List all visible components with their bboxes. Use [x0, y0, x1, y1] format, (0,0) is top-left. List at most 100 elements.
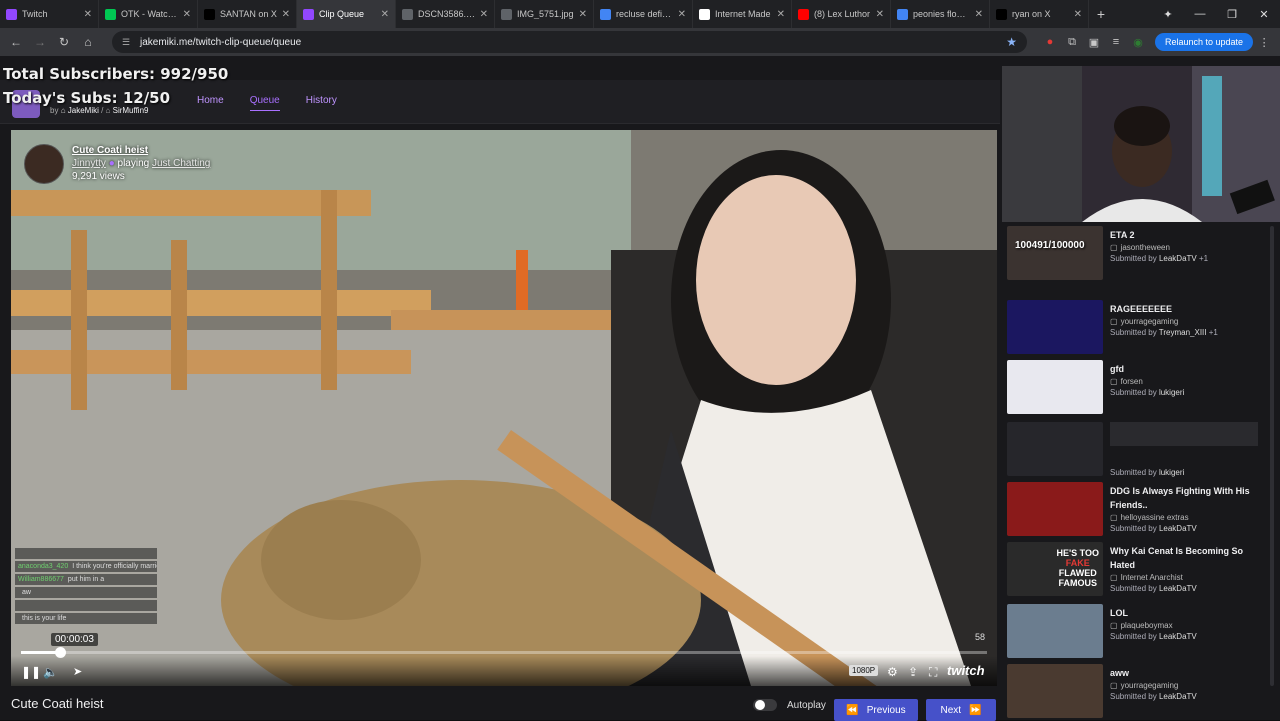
queue-item[interactable]: ETA 2 ▢ jasontheween Submitted by LeakDaTV …	[1007, 226, 1267, 282]
browser-tab[interactable]: ryan on X ✕	[990, 0, 1089, 28]
webcam-feed	[1002, 66, 1280, 222]
queue-thumbnail[interactable]	[1007, 664, 1103, 718]
settings-gear-icon[interactable]: ⚙	[887, 665, 898, 679]
queue-submitter: lukigeri	[1158, 468, 1185, 477]
browser-tab[interactable]: Clip Queue ✕	[297, 0, 396, 28]
queue-thumbnail[interactable]	[1007, 360, 1103, 414]
browser-tab[interactable]: OTK - Watch on Twitch ✕	[99, 0, 198, 28]
reload-button[interactable]: ↻	[52, 35, 76, 49]
back-button[interactable]: ←	[4, 35, 28, 49]
queue-item[interactable]: DDG Is Always Fighting With His Friends.…	[1007, 482, 1267, 538]
chat-username: anaconda3_420	[18, 563, 69, 570]
fps-readout: 58	[974, 632, 985, 642]
channel-link[interactable]: Jinnytty	[72, 158, 106, 169]
queue-item[interactable]: gfd ▢ forsen Submitted by lukigeri	[1007, 360, 1267, 416]
new-tab-button[interactable]: +	[1089, 6, 1113, 22]
queue-item[interactable]: RAGEEEEEEE ▢ yourragegaming Submitted by Tr…	[1007, 300, 1267, 356]
seek-bar[interactable]	[21, 647, 987, 658]
volume-icon[interactable]: 🔈	[43, 665, 58, 679]
extensions-puzzle-icon[interactable]: ⧉	[1061, 36, 1083, 49]
nav-history[interactable]: History	[306, 95, 337, 111]
sidebar-icon[interactable]: ▣	[1083, 36, 1105, 49]
next-button[interactable]: Next ⏩	[926, 699, 996, 721]
queue-submitter: LeakDaTV	[1158, 692, 1197, 701]
nav-queue[interactable]: Queue	[249, 95, 280, 111]
tab-favicon-icon	[6, 8, 17, 20]
browser-tab[interactable]: recluse definition ✕	[594, 0, 693, 28]
queue-title: gfd	[1110, 364, 1124, 374]
streamer-avatar[interactable]	[24, 144, 64, 184]
chat-text: put him in a	[67, 576, 105, 583]
quality-badge[interactable]: 1080P	[849, 665, 879, 676]
queue-thumbnail[interactable]	[1007, 300, 1103, 354]
tab-close-icon[interactable]: ✕	[579, 9, 587, 20]
maximize-button[interactable]: ❐	[1216, 8, 1248, 21]
profile-icon[interactable]: ◉	[1127, 36, 1149, 49]
chat-message	[15, 600, 157, 611]
queue-scrollbar[interactable]	[1270, 226, 1274, 686]
chat-message: anaconda3_420 I think you're officially m…	[15, 561, 157, 572]
reading-list-icon[interactable]: ≡	[1105, 36, 1127, 48]
tab-close-icon[interactable]: ✕	[381, 9, 389, 20]
tab-close-icon[interactable]: ✕	[678, 9, 686, 20]
queue-submitter: Treyman_XIII	[1158, 328, 1207, 337]
queue-item[interactable]: HE'S TOO FAKE FLAWED FAMOUS Why Kai Cenat Is…	[1007, 542, 1267, 598]
queue-thumbnail[interactable]: HE'S TOO FAKE FLAWED FAMOUS	[1007, 542, 1103, 596]
bookmark-star-icon[interactable]: ★	[1006, 35, 1017, 49]
menu-icon[interactable]: ⋮	[1253, 36, 1275, 49]
home-button[interactable]: ⌂	[76, 35, 100, 49]
queue-title: ETA 2	[1110, 230, 1135, 240]
queue-item[interactable]: aww ▢ yourragegaming Submitted by LeakDaTV	[1007, 664, 1267, 720]
queue-thumbnail[interactable]	[1007, 422, 1103, 476]
browser-tab[interactable]: Twitch ✕	[0, 0, 99, 28]
queue-channel: helloyassine extras	[1120, 513, 1189, 522]
fullscreen-icon[interactable]: ⛶	[929, 665, 937, 680]
clip-title-link[interactable]: Cute Coati heist	[72, 144, 210, 157]
tab-title: IMG_5751.jpg	[517, 9, 574, 19]
view-count: 9,291 views	[72, 171, 125, 182]
close-window-button[interactable]: ✕	[1248, 8, 1280, 21]
queue-item[interactable]: LOL ▢ plaqueboymax Submitted by LeakDaTV	[1007, 604, 1267, 660]
queue-channel: yourragegaming	[1120, 681, 1179, 690]
tab-favicon-icon	[105, 8, 116, 20]
tab-close-icon[interactable]: ✕	[876, 9, 884, 20]
channel-icon: ▢	[1110, 621, 1118, 630]
video-player[interactable]: Cute Coati heist Jinnytty ● playing Just…	[11, 130, 997, 686]
url-field[interactable]: ☰ jakemiki.me/twitch-clip-queue/queue ★	[112, 31, 1027, 53]
tab-close-icon[interactable]: ✕	[777, 9, 785, 20]
chat-message	[15, 548, 157, 559]
minimize-button[interactable]: —	[1184, 8, 1216, 20]
autoplay-toggle[interactable]	[753, 699, 777, 711]
browser-tab[interactable]: Internet Made ✕	[693, 0, 792, 28]
tab-close-icon[interactable]: ✕	[1074, 9, 1082, 20]
tab-search-icon[interactable]: ✦	[1152, 8, 1184, 21]
browser-tab[interactable]: SANTAN on X ✕	[198, 0, 297, 28]
tab-close-icon[interactable]: ✕	[480, 9, 488, 20]
relaunch-button[interactable]: Relaunch to update	[1155, 33, 1254, 51]
pause-icon[interactable]: ❚❚	[21, 665, 41, 679]
mouse-cursor-icon: ➤	[73, 666, 83, 678]
queue-item[interactable]: Submitted by lukigeri	[1007, 422, 1267, 478]
browser-tab[interactable]: IMG_5751.jpg ✕	[495, 0, 594, 28]
queue-submitter: LeakDaTV	[1158, 584, 1197, 593]
browser-tab[interactable]: peonies flower ✕	[891, 0, 990, 28]
queue-thumbnail[interactable]	[1007, 482, 1103, 536]
browser-tab[interactable]: (8) Lex Luthor ✕	[792, 0, 891, 28]
site-info-icon[interactable]: ☰	[122, 37, 132, 47]
tab-close-icon[interactable]: ✕	[84, 9, 92, 20]
chat-message: aw	[15, 587, 157, 598]
queue-thumbnail[interactable]	[1007, 604, 1103, 658]
tab-close-icon[interactable]: ✕	[282, 9, 290, 20]
forward-button[interactable]: →	[28, 35, 52, 49]
twitch-logo[interactable]: twitch	[947, 663, 985, 678]
queue-thumbnail[interactable]	[1007, 226, 1103, 280]
extension-icon[interactable]: ●	[1039, 36, 1061, 48]
tab-close-icon[interactable]: ✕	[975, 9, 983, 20]
autoplay-control[interactable]: Autoplay	[753, 699, 826, 711]
game-link[interactable]: Just Chatting	[152, 158, 210, 169]
previous-button[interactable]: ⏪ Previous	[834, 699, 918, 721]
browser-tab-bar: Twitch✕OTK - Watch on Twitch✕SANTAN on X…	[0, 0, 1280, 28]
browser-tab[interactable]: DSCN3586.jpg ✕	[396, 0, 495, 28]
share-icon[interactable]: ⇪	[908, 665, 918, 679]
tab-close-icon[interactable]: ✕	[183, 9, 191, 20]
